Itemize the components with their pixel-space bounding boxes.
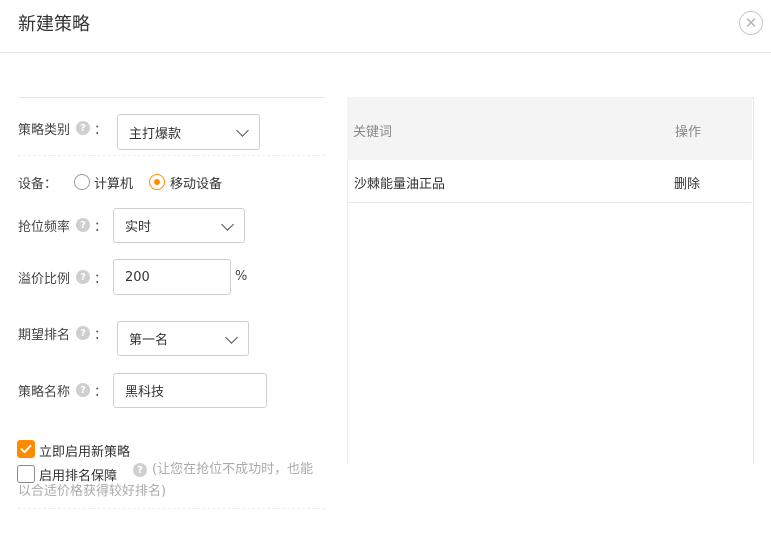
strategy-name-label: 策略名称 (18, 385, 71, 400)
row-divider (18, 155, 325, 156)
help-icon[interactable]: ? (76, 383, 90, 397)
premium-ratio-label: 溢价比例 (18, 272, 71, 287)
colon: ： (94, 123, 108, 138)
form-bottom-divider (18, 508, 325, 509)
percent-unit: % (235, 269, 248, 284)
header-divider (0, 52, 771, 53)
chevron-down-icon (236, 124, 249, 137)
colon: ： (94, 220, 108, 235)
colon: ： (94, 385, 108, 400)
premium-ratio-input[interactable]: 200 (113, 259, 231, 295)
radio-mobile-label[interactable]: 移动设备 (170, 173, 222, 192)
close-icon[interactable]: ✕ (739, 11, 763, 35)
chevron-down-icon (225, 330, 238, 344)
check-icon (20, 444, 32, 454)
strategy-type-value: 主打爆款 (129, 126, 182, 142)
chevron-down-icon (221, 217, 234, 231)
expected-rank-select[interactable]: 第一名 (117, 321, 249, 356)
help-icon[interactable]: ? (76, 218, 90, 232)
help-icon[interactable]: ? (76, 326, 90, 340)
colon: ： (94, 272, 108, 287)
strategy-type-label: 策略类别 (18, 123, 71, 138)
delete-link[interactable]: 删除 (674, 173, 700, 192)
premium-ratio-value: 200 (125, 269, 150, 285)
strategy-name-value: 黑科技 (125, 385, 165, 400)
header-action: 操作 (675, 125, 702, 140)
rank-guarantee-note-2: 以合适价格获得较好排名) (18, 484, 167, 499)
frequency-value: 实时 (125, 220, 152, 235)
expected-rank-label: 期望排名 (18, 328, 71, 343)
frequency-label: 抢位频率 (18, 220, 71, 235)
strategy-type-select[interactable]: 主打爆款 (117, 114, 260, 150)
table-row-divider (348, 202, 751, 203)
strategy-name-input[interactable]: 黑科技 (113, 373, 267, 408)
frequency-select[interactable]: 实时 (113, 208, 245, 243)
radio-computer-label[interactable]: 计算机 (94, 173, 133, 192)
dialog-title: 新建策略 (18, 14, 90, 35)
table-row-keyword: 沙棘能量油正品 (354, 177, 446, 192)
expected-rank-value: 第一名 (129, 333, 169, 348)
help-icon[interactable]: ? (76, 270, 90, 284)
colon: ： (94, 328, 108, 343)
device-label: 设备： (18, 177, 58, 192)
rank-guarantee-note: (让您在抢位不成功时，也能 (152, 462, 314, 477)
enable-now-label[interactable]: 立即启用新策略 (39, 441, 130, 460)
help-icon[interactable]: ? (76, 121, 90, 135)
help-icon[interactable]: ? (133, 463, 147, 477)
form-top-divider (18, 97, 325, 98)
radio-computer[interactable] (74, 174, 90, 190)
radio-mobile[interactable] (149, 174, 165, 190)
enable-now-checkbox[interactable] (17, 440, 35, 458)
header-keyword: 关键词 (353, 125, 393, 140)
